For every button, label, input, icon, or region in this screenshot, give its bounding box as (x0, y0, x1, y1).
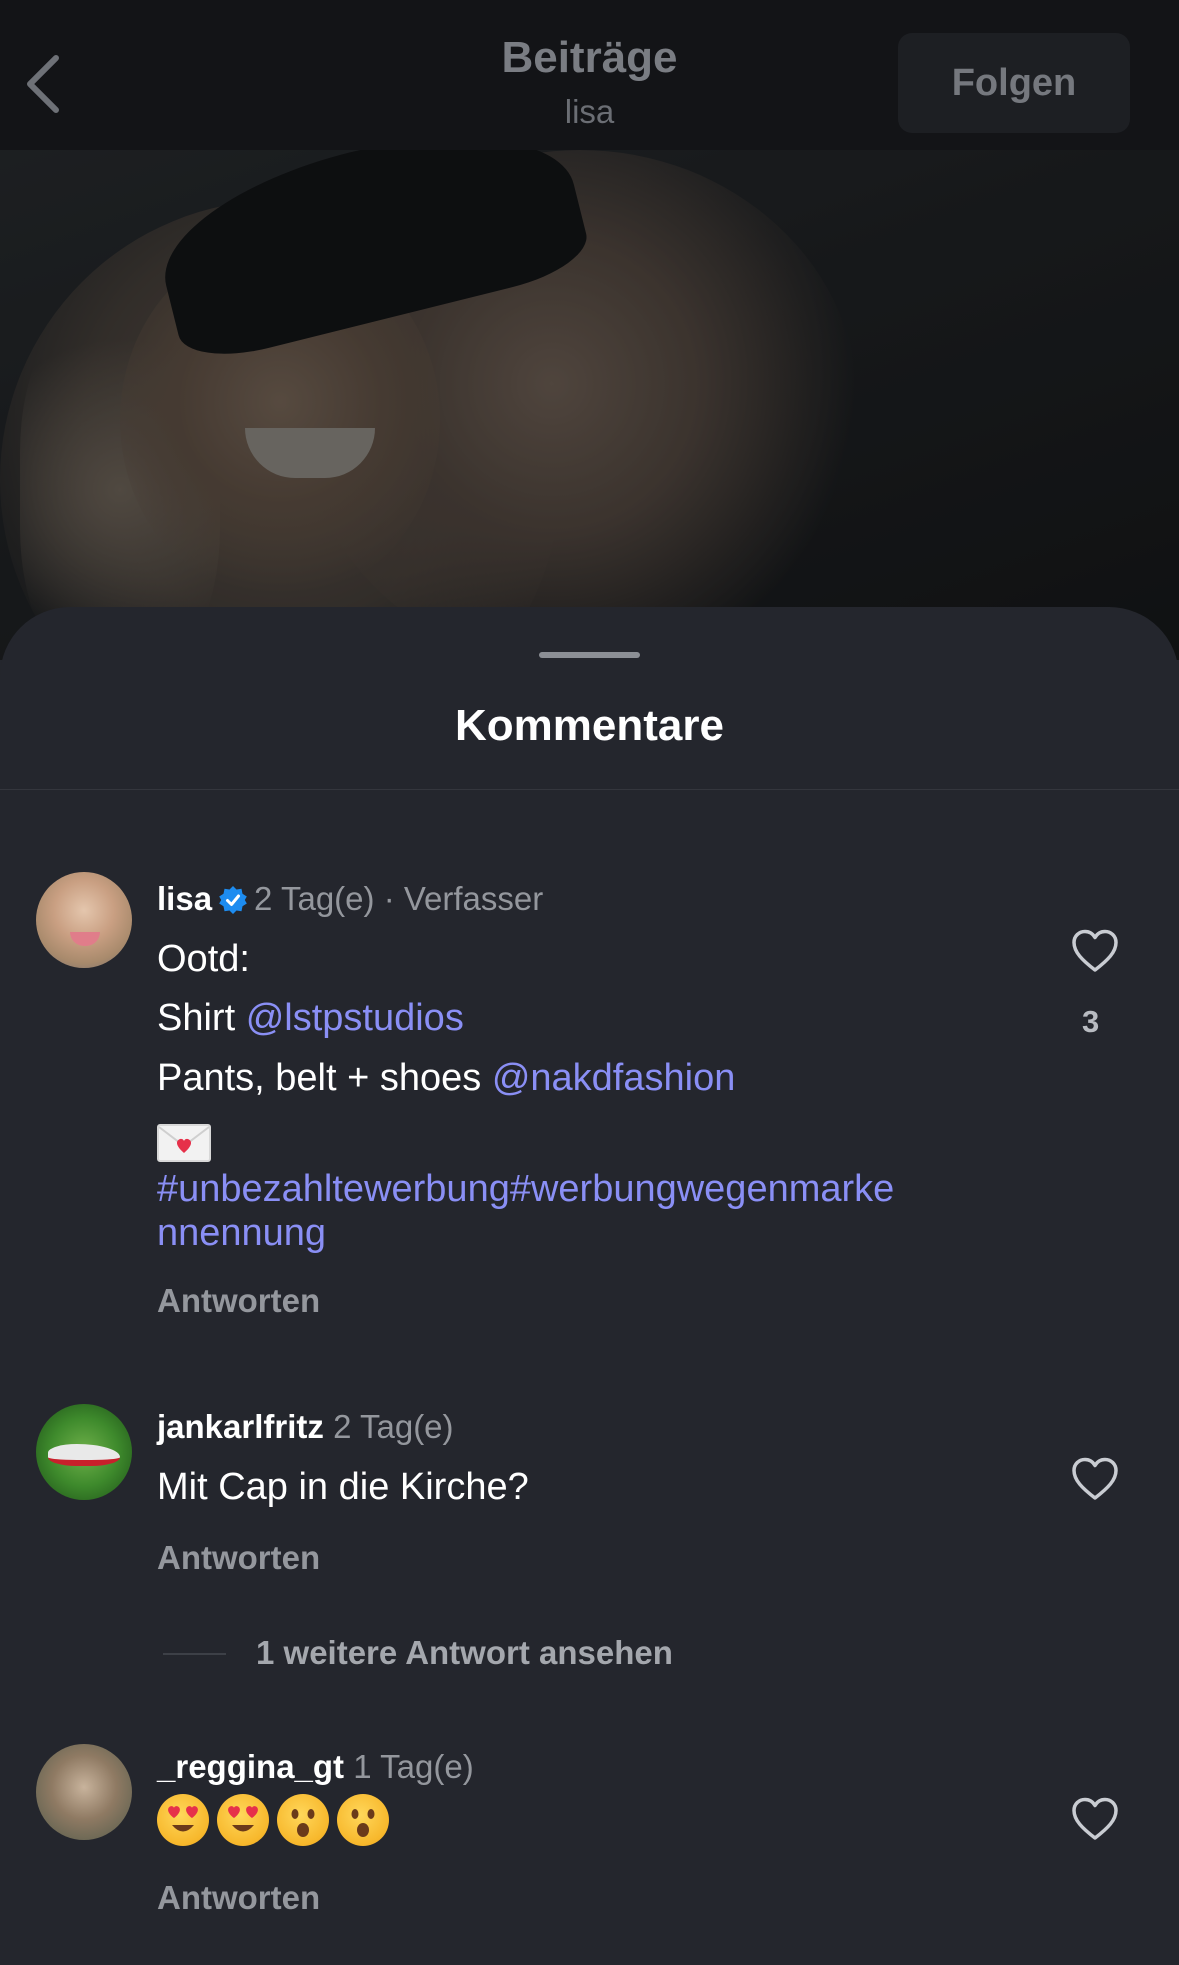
more-replies-divider (163, 1653, 226, 1655)
comment-meta: jankarlfritz 2 Tag(e) (157, 1408, 454, 1446)
comment-text-line: Pants, belt + shoes @nakdfashion (157, 1057, 735, 1100)
heart-outline-icon[interactable] (1070, 928, 1120, 974)
comment-text-line: Ootd: (157, 938, 250, 980)
follow-button[interactable]: Folgen (898, 33, 1130, 133)
reply-button[interactable]: Antworten (157, 1282, 320, 1320)
avatar[interactable] (36, 1404, 132, 1500)
sheet-drag-handle[interactable] (539, 652, 640, 658)
heart-outline-icon[interactable] (1070, 1796, 1120, 1842)
comment-text-line: Shirt @lstpstudios (157, 997, 464, 1040)
view-more-replies-button[interactable]: 1 weitere Antwort ansehen (256, 1634, 673, 1672)
mention-link[interactable]: @lstpstudios (246, 997, 464, 1039)
surprised-face-emoji (337, 1794, 389, 1846)
hashtag-link[interactable]: nnennung (157, 1212, 326, 1255)
reply-button[interactable]: Antworten (157, 1879, 320, 1917)
comment-meta: lisa 2 Tag(e) · Verfasser (157, 880, 543, 918)
comment-text: Pants, belt + shoes (157, 1057, 492, 1099)
comment-time: 2 Tag(e) (254, 880, 375, 917)
verified-badge-icon (219, 886, 247, 914)
comment-time: 2 Tag(e) (333, 1408, 454, 1445)
sheet-divider (0, 789, 1179, 790)
comment-username[interactable]: _reggina_gt (157, 1748, 344, 1785)
hashtag-link[interactable]: #unbezahltewerbung#werbungwegenmarke (157, 1168, 894, 1211)
comment-time: 1 Tag(e) (353, 1748, 474, 1785)
comment-meta: _reggina_gt 1 Tag(e) (157, 1748, 474, 1786)
author-tag: · Verfasser (383, 880, 544, 917)
avatar[interactable] (36, 1744, 132, 1840)
heart-eyes-emoji (217, 1794, 269, 1846)
comment-emoji-line (157, 1120, 211, 1163)
comments-sheet: Kommentare lisa 2 Tag(e) · Verfasser Oot… (0, 607, 1179, 1965)
avatar[interactable] (36, 872, 132, 968)
comment-emoji-line (157, 1794, 397, 1846)
comments-screen: Beiträge lisa Folgen Kommentare lisa 2 T… (0, 0, 1179, 1965)
comment-username[interactable]: lisa (157, 880, 212, 917)
reply-button[interactable]: Antworten (157, 1539, 320, 1577)
surprised-face-emoji (277, 1794, 329, 1846)
love-letter-emoji (157, 1123, 211, 1162)
sheet-title: Kommentare (455, 701, 724, 750)
comment-text: Mit Cap in die Kirche? (157, 1466, 529, 1508)
comment-username[interactable]: jankarlfritz (157, 1408, 324, 1445)
top-navigation-bar: Beiträge lisa Folgen (0, 0, 1179, 150)
heart-outline-icon[interactable] (1070, 1456, 1120, 1502)
heart-eyes-emoji (157, 1794, 209, 1846)
mention-link[interactable]: @nakdfashion (492, 1057, 736, 1099)
comment-text: Shirt (157, 997, 246, 1039)
like-count: 3 (1082, 1004, 1100, 1039)
